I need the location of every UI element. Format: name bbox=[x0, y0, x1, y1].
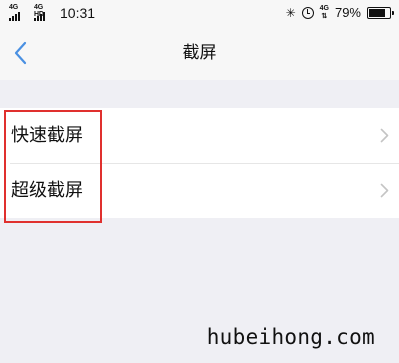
battery-icon bbox=[367, 7, 394, 19]
signal-hd-icon: 4G HD bbox=[34, 4, 54, 22]
settings-list: 快速截屏 超级截屏 bbox=[0, 108, 399, 218]
chevron-right-icon bbox=[380, 128, 389, 143]
status-time: 10:31 bbox=[60, 5, 96, 21]
list-item-quick-screenshot[interactable]: 快速截屏 bbox=[0, 108, 399, 163]
watermark: hubeihong.com bbox=[206, 325, 375, 349]
signal-icon: 4G bbox=[9, 4, 29, 22]
nav-bar: 截屏 bbox=[0, 26, 399, 80]
page-title: 截屏 bbox=[182, 43, 217, 63]
chevron-right-icon bbox=[380, 183, 389, 198]
status-right: ✳ 4G ⇅ 79% bbox=[285, 3, 394, 23]
status-bar: 4G 4G HD 10:31 ✳ 4G ⇅ 79% bbox=[0, 0, 399, 26]
battery-fill bbox=[369, 9, 385, 17]
bluetooth-icon: ✳ bbox=[285, 6, 296, 20]
network-label: 4G bbox=[9, 4, 18, 11]
battery-percent: 79% bbox=[334, 5, 361, 20]
data-network-label: 4G bbox=[319, 5, 329, 12]
status-left: 4G 4G HD 10:31 bbox=[9, 3, 95, 23]
list-item-super-screenshot[interactable]: 超级截屏 bbox=[0, 163, 399, 218]
data-activity-icon: 4G ⇅ bbox=[319, 5, 329, 20]
list-item-label: 快速截屏 bbox=[11, 125, 83, 146]
alarm-icon bbox=[301, 7, 314, 19]
list-item-label: 超级截屏 bbox=[11, 180, 83, 201]
